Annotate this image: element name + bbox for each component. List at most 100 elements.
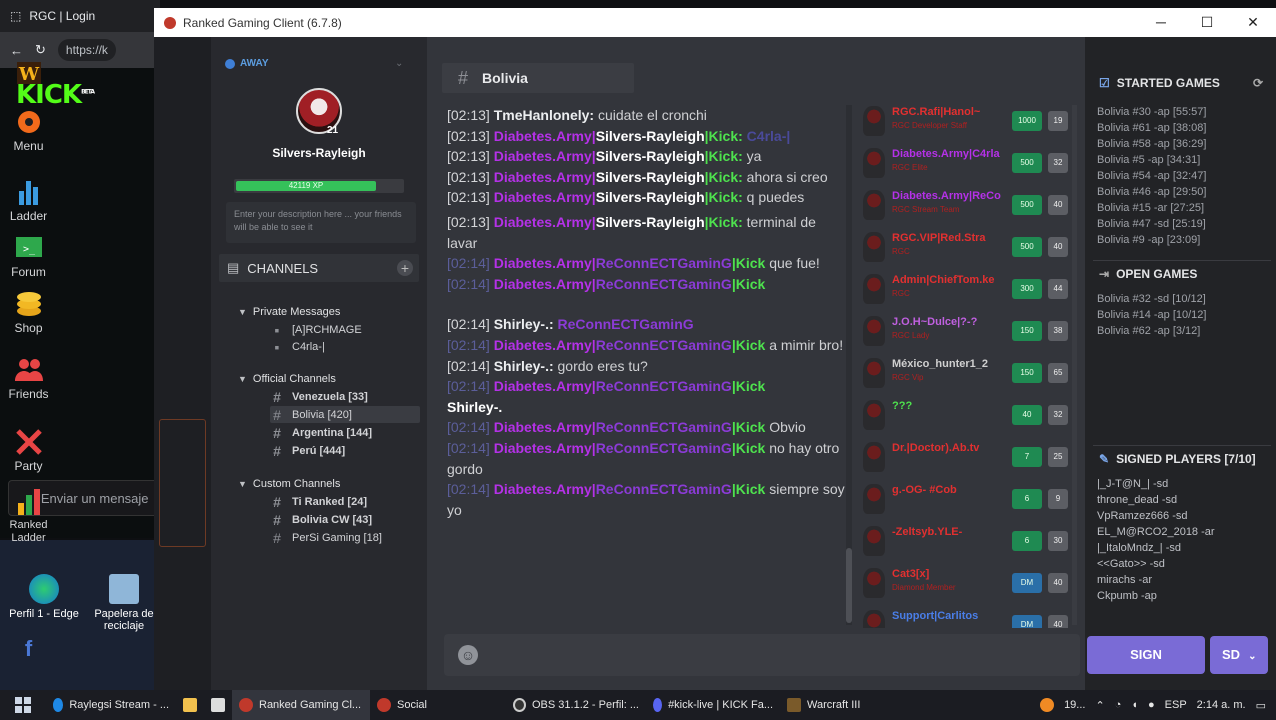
user-avatar (863, 610, 885, 628)
user-row[interactable]: Support|Carlitos DM 40 (857, 604, 1072, 628)
user-row[interactable]: Dr.|Doctor).Ab.tv 7 25 (857, 436, 1072, 478)
back-icon[interactable]: ← (10, 43, 23, 58)
channel-item[interactable]: ▪ C4rla-| (270, 338, 325, 355)
user-row[interactable]: México_hunter1_2 RGC Vip 150 65 (857, 352, 1072, 394)
taskbar-item[interactable]: #kick-live | KICK Fa... (646, 690, 780, 720)
taskbar-item[interactable]: Raylegsi Stream - ... (46, 690, 176, 720)
user-row[interactable]: RGC.Rafi|Hanol~ RGC Developer Staff 1000 19 (857, 100, 1072, 142)
nav-friends[interactable]: Friends (0, 355, 57, 401)
list-item[interactable]: |_ItaloMndz_| -sd (1097, 540, 1215, 556)
mode-select[interactable]: SD ⌄ (1210, 636, 1268, 674)
channel-item-argentina[interactable]: # Argentina [144] (270, 424, 372, 441)
list-item[interactable]: Bolivia #32 -sd [10/12] (1097, 291, 1206, 307)
channel-item-peru[interactable]: # Perú [444] (270, 442, 345, 459)
list-item[interactable]: Ckpumb -ap (1097, 588, 1215, 604)
list-item[interactable]: mirachs -ar (1097, 572, 1215, 588)
close-button[interactable]: ✕ (1230, 14, 1276, 31)
chat-scrollbar[interactable] (846, 105, 852, 625)
sign-button[interactable]: SIGN (1087, 636, 1205, 674)
chat-scrollbar-thumb[interactable] (846, 548, 852, 623)
description-field[interactable]: Enter your description here ... your fri… (226, 202, 416, 243)
nav-forum[interactable]: >_ Forum (0, 233, 57, 279)
status-selector[interactable]: AWAY (225, 58, 269, 69)
user-row[interactable]: Cat3[x] Diamond Member DM 40 (857, 562, 1072, 604)
list-item[interactable]: Bolivia #47 -sd [25:19] (1097, 216, 1206, 232)
microphone-icon[interactable]: ● (1148, 699, 1155, 711)
volume-icon[interactable]: ◖ (1131, 699, 1138, 711)
chevron-up-icon[interactable]: ⌃ (1095, 699, 1104, 712)
list-item[interactable]: EL_M@RCO2_2018 -ar (1097, 524, 1215, 540)
taskbar-calendar[interactable] (204, 690, 232, 720)
start-button[interactable] (0, 690, 46, 720)
party-group (159, 419, 206, 547)
user-row[interactable]: Diabetes.Army|ReCo RGC Stream Team 500 40 (857, 184, 1072, 226)
browser-tab[interactable]: ⬚ RGC | Login (0, 0, 160, 32)
list-item[interactable]: <<Gato>> -sd (1097, 556, 1215, 572)
nav-party[interactable]: Party (0, 427, 57, 473)
taskbar-item[interactable]: Warcraft III (780, 690, 890, 720)
user-row[interactable]: Diabetes.Army|C4rla RGC Elite 500 32 (857, 142, 1072, 184)
taskbar-item[interactable]: OBS 31.1.2 - Perfil: ... (506, 690, 646, 720)
user-row[interactable]: Admin|ChiefTom.ke RGC 300 44 (857, 268, 1072, 310)
list-item[interactable]: throne_dead -sd (1097, 492, 1215, 508)
svg-text:>_: >_ (22, 244, 35, 255)
desktop-icon-edge[interactable]: Perfil 1 - Edge (4, 574, 84, 620)
nav-shop[interactable]: Shop (0, 289, 57, 335)
user-row[interactable]: RGC.VIP|Red.Stra RGC 500 40 (857, 226, 1072, 268)
user-list-scrollbar[interactable] (1072, 105, 1077, 625)
reload-icon[interactable]: ↻ (35, 42, 46, 58)
channel-item-persi-gaming[interactable]: # PerSi Gaming [18] (270, 529, 382, 546)
user-row[interactable]: -Zeltsyb.YLE- 6 30 (857, 520, 1072, 562)
chevron-down-icon[interactable]: ⌄ (395, 58, 403, 69)
folder-icon (183, 698, 197, 712)
nav-ranked-ladder[interactable]: Ranked Ladder (0, 487, 57, 545)
list-item[interactable]: VpRamzez666 -sd (1097, 508, 1215, 524)
maximize-button[interactable]: ☐ (1184, 14, 1230, 31)
list-item[interactable]: Bolivia #30 -ap [55:57] (1097, 104, 1206, 120)
user-row[interactable]: J.O.H~Dulce|?-? RGC Lady 150 38 (857, 310, 1072, 352)
group-official-channels[interactable]: ▼ Official Channels (238, 373, 336, 385)
clock[interactable]: 2:14 a. m. (1197, 699, 1246, 711)
message-input[interactable] (444, 634, 1080, 676)
list-item[interactable]: Bolivia #58 -ap [36:29] (1097, 136, 1206, 152)
emoji-icon[interactable]: ☺ (458, 645, 478, 665)
network-icon[interactable]: ◔ (1115, 699, 1122, 711)
channel-item-ti-ranked[interactable]: # Ti Ranked [24] (270, 493, 367, 510)
user-level-badge: 19 (1048, 111, 1068, 131)
notification-icon[interactable]: ▭ (1256, 699, 1266, 712)
facebook-icon[interactable]: f (0, 636, 57, 662)
list-item[interactable]: Bolivia #54 -ap [32:47] (1097, 168, 1206, 184)
user-row[interactable]: g.-OG- #Cob 6 9 (857, 478, 1072, 520)
channel-item[interactable]: ▪ [A]RCHMAGE (270, 321, 362, 338)
list-item[interactable]: |_J-T@N_| -sd (1097, 476, 1215, 492)
address-bar[interactable]: https://k (57, 39, 116, 61)
refresh-icon[interactable]: ⟳ (1253, 76, 1263, 90)
user-row[interactable]: ??? 40 32 (857, 394, 1072, 436)
list-item[interactable]: Bolivia #61 -ap [38:08] (1097, 120, 1206, 136)
taskbar-item[interactable]: Social (370, 690, 506, 720)
minimize-button[interactable]: ─ (1138, 14, 1184, 31)
list-item[interactable]: Bolivia #14 -ap [10/12] (1097, 307, 1206, 323)
weather-icon[interactable] (1040, 698, 1055, 712)
language-indicator[interactable]: ESP (1165, 699, 1187, 711)
user-title: RGC Elite (892, 163, 928, 172)
channel-tab[interactable]: # Bolivia (442, 63, 634, 93)
list-item[interactable]: Bolivia #62 -ap [3/12] (1097, 323, 1206, 339)
nav-menu[interactable]: Menu (0, 107, 57, 153)
channel-item-bolivia[interactable]: # Bolivia [420] (270, 406, 420, 423)
group-custom-channels[interactable]: ▼ Custom Channels (238, 478, 340, 490)
list-item[interactable]: Bolivia #9 -ap [23:09] (1097, 232, 1206, 248)
list-item[interactable]: Bolivia #5 -ap [34:31] (1097, 152, 1206, 168)
channel-item-venezuela[interactable]: # Venezuela [33] (270, 388, 368, 405)
group-private-messages[interactable]: ▼ Private Messages (238, 306, 340, 318)
checkbox-icon: ☑ (1099, 76, 1110, 90)
list-item[interactable]: Bolivia #15 -ar [27:25] (1097, 200, 1206, 216)
desktop-icon-recycle[interactable]: Papelera de reciclaje (94, 574, 154, 632)
user-level-badge: 32 (1048, 153, 1068, 173)
channel-item-bolivia-cw[interactable]: # Bolivia CW [43] (270, 511, 372, 528)
list-item[interactable]: Bolivia #46 -ap [29:50] (1097, 184, 1206, 200)
taskbar-explorer[interactable] (176, 690, 204, 720)
add-channel-button[interactable]: + (397, 260, 413, 276)
nav-ladder[interactable]: Ladder (0, 177, 57, 223)
taskbar-item-active[interactable]: Ranked Gaming Cl... (232, 690, 370, 720)
